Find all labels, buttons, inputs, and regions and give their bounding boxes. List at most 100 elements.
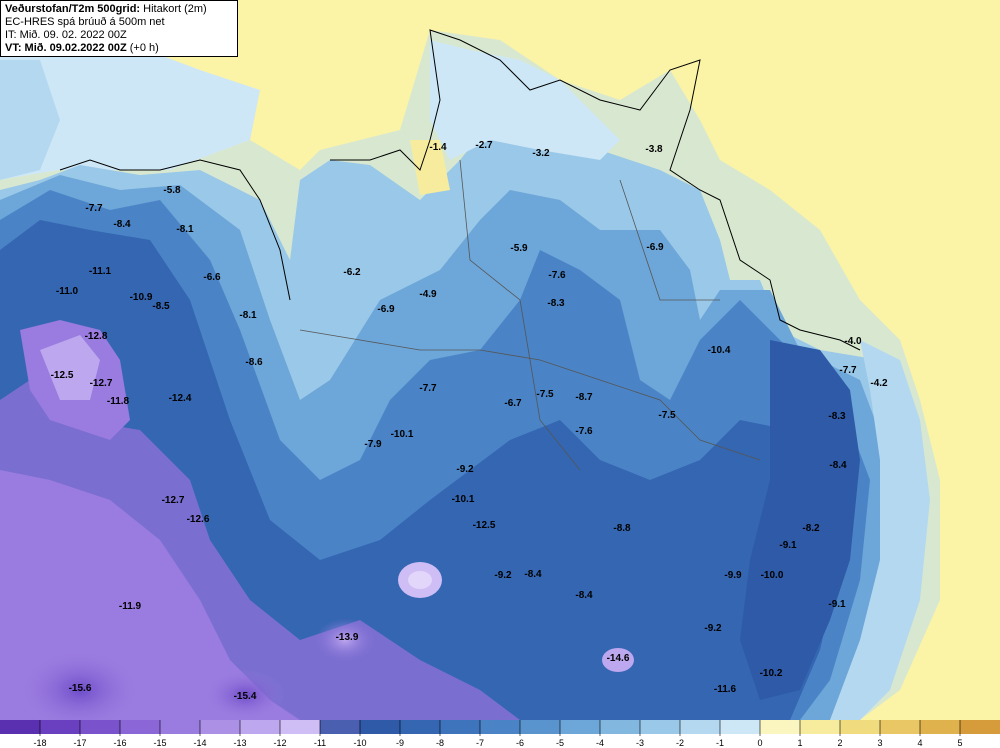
colorbar-swatch [440,720,481,734]
colorbar-swatches [0,720,1000,734]
colorbar-swatch [280,720,321,734]
temperature-label: -8.1 [176,224,194,235]
temperature-label: -9.2 [704,623,722,634]
colorbar-swatch [640,720,681,734]
title-bold: Veðurstofan/T2m 500grid: [5,3,141,15]
map-info-box: Veðurstofan/T2m 500grid: Hitakort (2m) E… [0,0,238,57]
colorbar-tick-label: 3 [877,738,882,748]
temperature-label: -7.6 [548,270,566,281]
temperature-label: -4.9 [419,289,437,300]
temperature-label: -8.4 [524,569,542,580]
temperature-label: -9.1 [828,599,846,610]
temperature-label: -7.6 [575,426,593,437]
colorbar-swatch [680,720,721,734]
colorbar-tick-label: -13 [233,738,246,748]
colorbar-swatch [560,720,601,734]
colorbar-tick-label: -3 [636,738,644,748]
colorbar-tick-label: -15 [153,738,166,748]
colorbar-tick-label: -16 [113,738,126,748]
temperature-label: -15.4 [234,691,257,702]
colorbar-tick-label: 0 [757,738,762,748]
temperature-label: -10.2 [760,668,783,679]
colorbar-swatch [0,720,41,734]
colorbar-swatch [400,720,441,734]
temperature-label: -8.1 [239,310,257,321]
temperature-label: -8.6 [245,357,263,368]
temperature-label: -5.8 [163,185,181,196]
colorbar-tick-label: -11 [314,738,326,748]
temperature-label: -9.9 [724,570,742,581]
temperature-label: -10.0 [761,570,784,581]
colorbar-swatch [800,720,841,734]
temperature-label: -8.4 [575,590,593,601]
colorbar-tick-label: -1 [716,738,724,748]
colorbar-swatch [40,720,81,734]
temperature-label: -11.9 [119,601,142,612]
temperature-label: -2.7 [475,140,493,151]
colorbar-tick-label: -8 [436,738,444,748]
colorbar-tick-label: -14 [193,738,206,748]
valid-time-bold: VT: Mið. 09.02.2022 00Z [5,42,127,54]
temperature-label: -12.8 [85,331,108,342]
colorbar-tick-label: 4 [917,738,922,748]
temperature-label: -12.5 [473,520,496,531]
temperature-label: -7.7 [839,365,857,376]
colorbar-tick-label: -12 [273,738,286,748]
temperature-label: -12.4 [169,393,192,404]
temperature-label: -10.4 [708,345,731,356]
temperature-label: -8.5 [152,301,170,312]
temperature-label: -8.2 [802,523,820,534]
temperature-label: -11.0 [56,286,79,297]
colorbar-swatch [80,720,121,734]
temperature-label: -11.1 [89,266,112,277]
temperature-label: -6.2 [343,267,361,278]
temperature-map: -7.7 -8.4 -5.8 -8.1 -11.1 -11.0 -10.9-8.5 -6.6 -… [0,0,1000,720]
colorbar-tick-label: 5 [957,738,962,748]
temperature-label: -9.2 [494,570,512,581]
colorbar-swatch [120,720,161,734]
temperature-label: -14.6 [607,653,630,664]
model-line: EC-HRES spá brúuð á 500m net [5,16,165,28]
temperature-label: -10.9 [130,292,153,303]
temperature-label: -6.9 [646,242,664,253]
temperature-label: -7.5 [658,410,676,421]
temperature-label: -3.8 [645,144,663,155]
temperature-label: -6.7 [504,398,522,409]
map-view: -7.7 -8.4 -5.8 -8.1 -11.1 -11.0 -10.9 -8.5 -6.6 -… [0,0,1000,748]
colorbar-swatch [600,720,641,734]
temperature-label: -8.3 [828,411,846,422]
temperature-label: -8.3 [547,298,565,309]
temperature-label: -8.7 [575,392,593,403]
colorbar: -18 -17 -16 -15 -14 -13 -12 -11 -10 -9 -8 -7 -6 -5 -4-… [0,720,1000,748]
colorbar-swatch [520,720,561,734]
colorbar-tick-label: 2 [837,738,842,748]
colorbar-swatch [920,720,961,734]
temperature-label: -4.0 [844,336,862,347]
valid-time-line: VT: Mið. 09.02.2022 00Z (+0 h) [5,42,233,55]
colorbar-tick-label: -5 [556,738,564,748]
temperature-label: -7.5 [536,389,554,400]
temperature-label: -1.4 [429,142,447,153]
temperature-label: -6.9 [377,304,395,315]
temperature-label: -7.9 [364,439,382,450]
colorbar-swatch [720,720,761,734]
temperature-label: -8.4 [113,219,131,230]
colorbar-swatch [880,720,921,734]
colorbar-swatch [760,720,801,734]
temperature-label: -12.6 [187,514,210,525]
colorbar-swatch [480,720,521,734]
temperature-label: -9.1 [779,540,797,551]
temperature-label: -8.4 [829,460,847,471]
temperature-label: -9.2 [456,464,474,475]
colorbar-tick-label: -2 [676,738,684,748]
temperature-label: -3.2 [532,148,550,159]
temperature-label: -12.5 [51,370,74,381]
colorbar-tick-label: -9 [396,738,404,748]
valid-time-rest: (+0 h) [129,42,159,54]
temperature-label: -7.7 [419,383,437,394]
colorbar-tick-label: -6 [516,738,524,748]
colorbar-tick-label: -18 [33,738,46,748]
temperature-label: -4.2 [870,378,888,389]
init-time-line: IT: Mið. 09. 02. 2022 00Z [5,29,127,41]
temperature-label: -10.1 [452,494,475,505]
